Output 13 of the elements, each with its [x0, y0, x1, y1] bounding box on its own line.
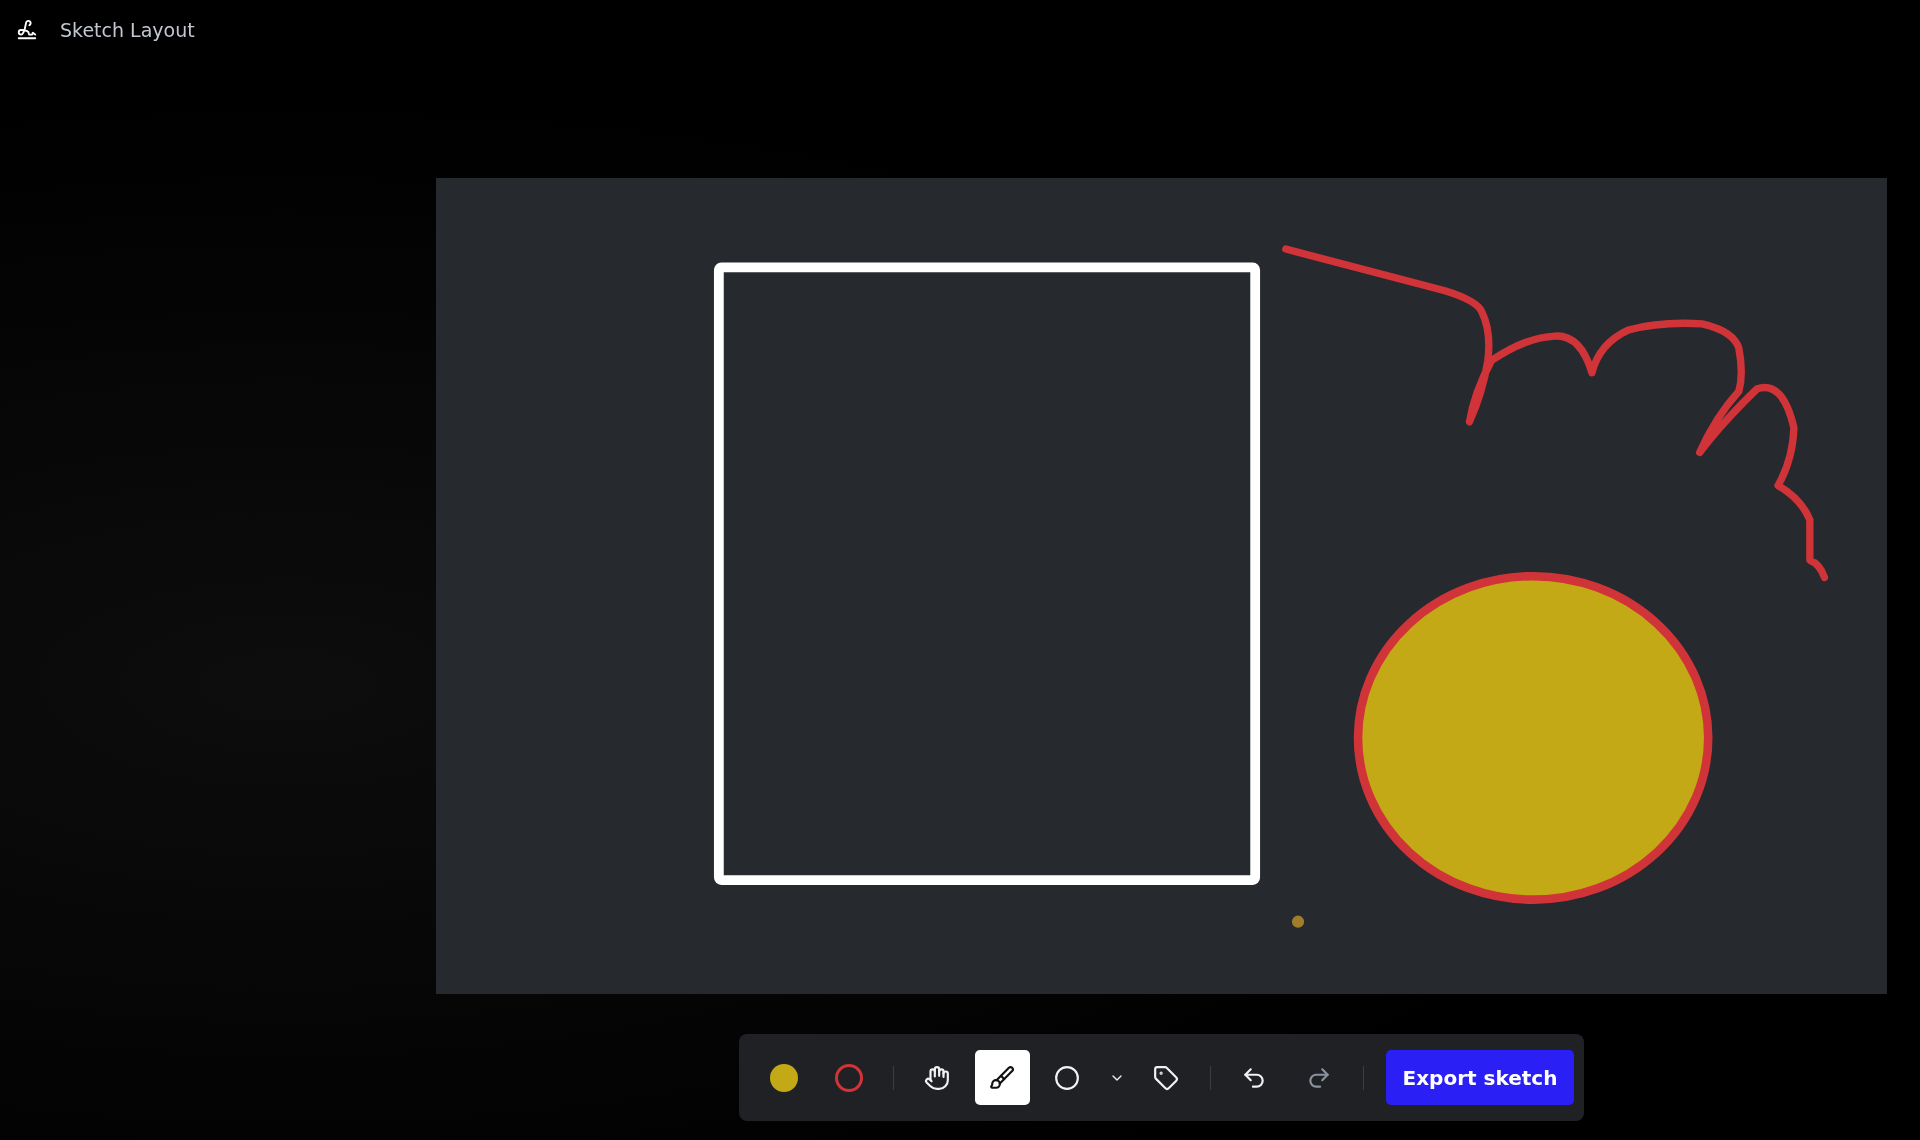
signature-icon: [16, 19, 38, 41]
tag-icon: [1153, 1064, 1180, 1091]
circle-icon: [1054, 1064, 1081, 1091]
sketch-canvas[interactable]: [436, 178, 1887, 994]
cursor-dot: [1291, 915, 1305, 928]
ellipse-shape[interactable]: [1353, 571, 1713, 904]
hand-icon: [924, 1064, 951, 1091]
export-button[interactable]: Export sketch: [1385, 1050, 1575, 1105]
rectangle-shape[interactable]: [713, 262, 1261, 885]
brush-icon: [989, 1064, 1016, 1091]
freehand-stroke[interactable]: [1282, 245, 1829, 582]
app-title: Sketch Layout: [60, 19, 195, 41]
brush-tool-button[interactable]: [974, 1050, 1030, 1105]
